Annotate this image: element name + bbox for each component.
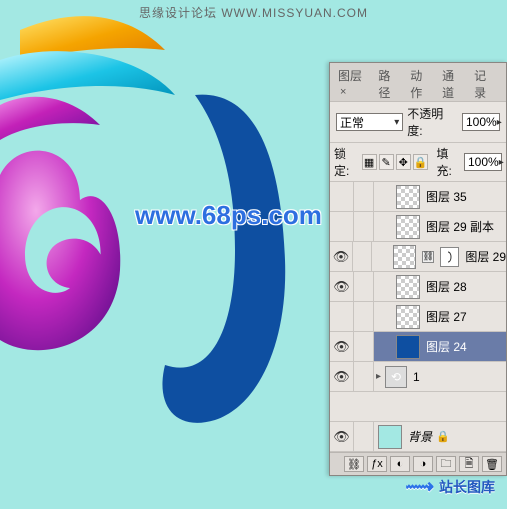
layer-thumbnail[interactable] bbox=[396, 275, 420, 299]
layer-name[interactable]: 图层 35 bbox=[424, 188, 467, 205]
panel-tabs: 图层× 路径 动作 通道 记录 bbox=[330, 63, 506, 102]
lock-all-icon[interactable]: 🔒 bbox=[413, 154, 429, 170]
layer-name[interactable]: 图层 24 bbox=[424, 338, 467, 355]
link-toggle[interactable] bbox=[354, 422, 374, 451]
panel-footer: ⛓ ƒx ◐ ◑ 🗀 🗎 🗑 bbox=[330, 452, 506, 475]
top-banner: 思缘设计论坛 WWW.MISSYUAN.COM bbox=[0, 4, 507, 21]
visibility-toggle[interactable]: 👁 bbox=[330, 422, 354, 451]
eye-icon: 👁 bbox=[333, 279, 350, 295]
tab-layers[interactable]: 图层× bbox=[338, 67, 370, 101]
tab-paths[interactable]: 路径 bbox=[378, 67, 402, 101]
link-toggle[interactable] bbox=[353, 242, 372, 271]
visibility-toggle[interactable] bbox=[330, 182, 354, 211]
add-mask-button[interactable]: ◐ bbox=[390, 456, 410, 472]
tab-actions[interactable]: 动作 bbox=[410, 67, 434, 101]
link-layers-button[interactable]: ⛓ bbox=[344, 456, 364, 472]
site-logo: ⟿ 站长图库 bbox=[405, 474, 495, 499]
visibility-toggle[interactable]: 👁 bbox=[330, 332, 354, 361]
layer-style-button[interactable]: ƒx bbox=[367, 456, 387, 472]
visibility-toggle[interactable] bbox=[330, 302, 354, 331]
layer-thumbnail[interactable] bbox=[393, 245, 416, 269]
new-layer-button[interactable]: 🗎 bbox=[459, 456, 479, 472]
blend-row: 正常▾ 不透明度: 100%▸ bbox=[330, 102, 506, 142]
lock-brush-icon[interactable]: ✎ bbox=[379, 154, 394, 170]
visibility-toggle[interactable]: 👁 bbox=[330, 242, 353, 271]
site-logo-text: 站长图库 bbox=[439, 477, 495, 497]
tab-history[interactable]: 记录 bbox=[474, 67, 498, 101]
visibility-toggle[interactable] bbox=[330, 212, 354, 241]
new-group-button[interactable]: 🗀 bbox=[436, 456, 456, 472]
layer-name[interactable]: 图层 29 bbox=[463, 248, 506, 265]
layer-row[interactable]: 👁 图层 24 bbox=[330, 332, 506, 362]
link-toggle[interactable] bbox=[354, 302, 374, 331]
lock-label: 锁定: bbox=[334, 145, 360, 179]
layer-row[interactable]: 图层 35 bbox=[330, 182, 506, 212]
lock-transparency-icon[interactable]: ▦ bbox=[362, 154, 377, 170]
delete-layer-button[interactable]: 🗑 bbox=[482, 456, 502, 472]
layers-panel: 图层× 路径 动作 通道 记录 正常▾ 不透明度: 100%▸ 锁定: ▦ ✎ … bbox=[329, 62, 507, 476]
fill-label: 填充: bbox=[436, 145, 462, 179]
opacity-label: 不透明度: bbox=[407, 105, 458, 139]
adjustment-layer-button[interactable]: ◑ bbox=[413, 456, 433, 472]
layer-thumbnail[interactable] bbox=[396, 215, 420, 239]
expand-icon[interactable]: ▸ bbox=[376, 371, 381, 382]
chevron-down-icon: ▾ bbox=[394, 117, 399, 128]
lock-move-icon[interactable]: ✥ bbox=[396, 154, 411, 170]
eye-icon: 👁 bbox=[333, 429, 350, 445]
layer-name[interactable]: 图层 29 副本 bbox=[424, 218, 494, 235]
layer-thumbnail[interactable] bbox=[396, 305, 420, 329]
lock-row: 锁定: ▦ ✎ ✥ 🔒 填充: 100%▸ bbox=[330, 142, 506, 182]
chevron-right-icon: ▸ bbox=[499, 157, 504, 168]
layer-row[interactable]: 👁 ⛓ 图层 29 bbox=[330, 242, 506, 272]
layer-name[interactable]: 图层 27 bbox=[424, 308, 467, 325]
fill-input[interactable]: 100%▸ bbox=[464, 153, 502, 171]
blend-mode-select[interactable]: 正常▾ bbox=[336, 113, 403, 131]
layer-row[interactable]: 图层 27 bbox=[330, 302, 506, 332]
layer-name[interactable]: 1 bbox=[411, 370, 420, 384]
swoosh-icon: ⟿ bbox=[405, 474, 434, 499]
layer-row[interactable]: 👁 图层 28 bbox=[330, 272, 506, 302]
layer-thumbnail[interactable] bbox=[378, 425, 402, 449]
layer-name[interactable]: 背景 bbox=[406, 428, 432, 445]
layer-thumbnail[interactable] bbox=[396, 185, 420, 209]
close-icon[interactable]: × bbox=[340, 86, 346, 98]
mask-link-icon[interactable]: ⛓ bbox=[422, 251, 434, 263]
layers-list: 图层 35 图层 29 副本 👁 ⛓ 图层 29 👁 图层 28 bbox=[330, 182, 506, 452]
empty-row bbox=[330, 392, 506, 422]
link-toggle[interactable] bbox=[354, 362, 374, 391]
link-toggle[interactable] bbox=[354, 212, 374, 241]
visibility-toggle[interactable]: 👁 bbox=[330, 272, 354, 301]
layer-name[interactable]: 图层 28 bbox=[424, 278, 467, 295]
visibility-toggle[interactable]: 👁 bbox=[330, 362, 354, 391]
group-thumbnail[interactable]: ⟲ bbox=[385, 366, 407, 388]
layer-mask-thumbnail[interactable] bbox=[440, 247, 459, 267]
link-toggle[interactable] bbox=[354, 182, 374, 211]
link-toggle[interactable] bbox=[354, 272, 374, 301]
tab-channels[interactable]: 通道 bbox=[442, 67, 466, 101]
eye-icon: 👁 bbox=[333, 369, 350, 385]
watermark-text: www.68ps.com bbox=[135, 200, 322, 231]
opacity-input[interactable]: 100%▸ bbox=[462, 113, 500, 131]
lock-icon: 🔒 bbox=[436, 430, 450, 443]
layer-row-background[interactable]: 👁 背景 🔒 bbox=[330, 422, 506, 452]
eye-icon: 👁 bbox=[333, 249, 350, 265]
link-toggle[interactable] bbox=[354, 332, 374, 361]
layer-thumbnail[interactable] bbox=[396, 335, 420, 359]
layer-group-row[interactable]: 👁 ▸ ⟲ 1 bbox=[330, 362, 506, 392]
layer-row[interactable]: 图层 29 副本 bbox=[330, 212, 506, 242]
chevron-right-icon: ▸ bbox=[497, 117, 502, 128]
eye-icon: 👁 bbox=[333, 339, 350, 355]
